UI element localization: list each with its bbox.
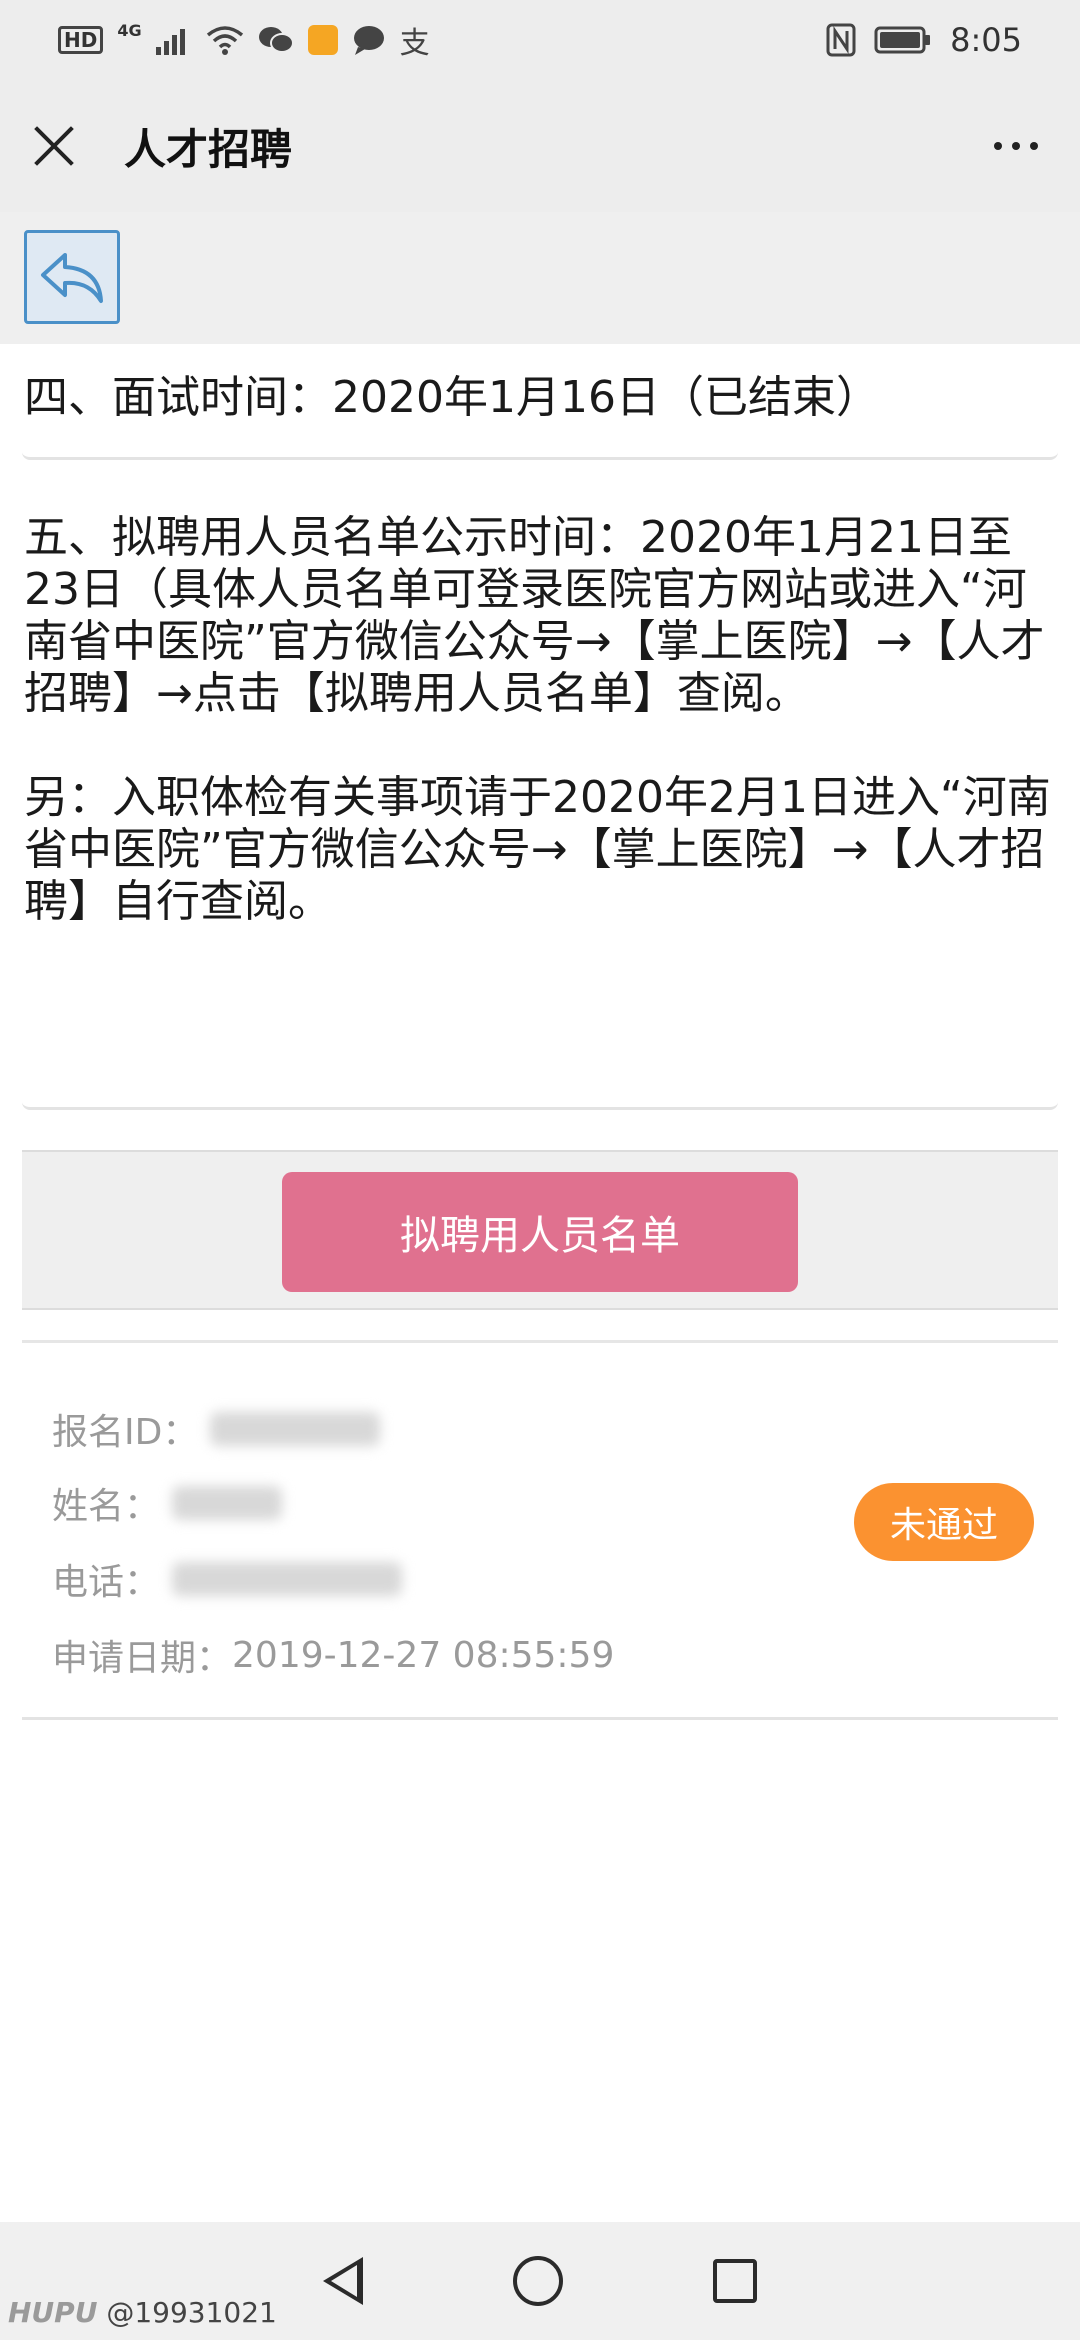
notice-item-5: 五、拟聘用人员名单公示时间：2020年1月21日至23日（具体人员名单可登录医院… <box>24 512 1045 719</box>
status-left: HD 4G 支 <box>58 18 430 62</box>
record-date-row: 申请日期： 2019-12-27 08:55:59 <box>52 1629 614 1681</box>
more-dots-icon[interactable] <box>994 142 1038 150</box>
notice-card-publication: 五、拟聘用人员名单公示时间：2020年1月21日至23日（具体人员名单可登录医院… <box>22 470 1058 1110</box>
notice-extra: 另：入职体检有关事项请于2020年2月1日进入“河南省中医院”官方微信公众号→【… <box>24 772 1051 927</box>
screen: HD 4G 支 8:05 人才招聘 四、面试时间：2020年1月16日（已结束）… <box>0 0 1080 2340</box>
redacted-phone <box>172 1562 403 1596</box>
watermark: HUPU @19931021 <box>8 2296 277 2329</box>
record-name-label: 姓名： <box>52 1486 161 1527</box>
network-type: 4G <box>117 20 142 40</box>
signal-icon <box>155 29 185 55</box>
redacted-name <box>172 1486 283 1520</box>
nav-recent-icon[interactable] <box>713 2259 757 2303</box>
close-icon[interactable] <box>32 124 76 168</box>
button-area: 拟聘用人员名单 <box>22 1150 1058 1310</box>
status-badge: 未通过 <box>854 1483 1034 1561</box>
reply-arrow-icon <box>41 253 103 303</box>
watermark-brand: HUPU <box>8 2296 98 2329</box>
wifi-icon <box>206 26 243 55</box>
notice-card-interview: 四、面试时间：2020年1月16日（已结束） <box>22 344 1058 460</box>
record-phone-row: 电话： <box>52 1553 403 1605</box>
nav-home-icon[interactable] <box>513 2256 563 2306</box>
app-icon <box>307 25 338 55</box>
record-date-label: 申请日期： <box>52 1638 233 1679</box>
record-name-row: 姓名： <box>52 1477 283 1529</box>
record-id-label: 报名ID： <box>52 1412 199 1453</box>
status-right: 8:05 <box>826 21 1022 59</box>
alipay-icon: 支 <box>399 26 430 61</box>
watermark-user: @19931021 <box>106 2296 277 2329</box>
back-button[interactable] <box>24 230 120 324</box>
nfc-icon <box>826 23 856 57</box>
page-title: 人才招聘 <box>124 124 293 174</box>
battery-icon <box>874 26 931 54</box>
back-bar <box>0 212 1080 344</box>
record-id-row: 报名ID： <box>52 1403 381 1455</box>
dot <box>1030 142 1038 150</box>
app-header: 人才招聘 <box>0 80 1080 212</box>
redacted-id <box>210 1412 381 1446</box>
application-record-card[interactable]: 报名ID： 姓名： 电话： 申请日期： 2019-12-27 08:55:59 … <box>22 1340 1058 1720</box>
record-phone-label: 电话： <box>52 1562 161 1603</box>
candidate-list-button[interactable]: 拟聘用人员名单 <box>282 1172 798 1292</box>
hd-icon: HD <box>58 26 104 54</box>
nav-back-icon[interactable] <box>323 2257 363 2305</box>
status-bar: HD 4G 支 8:05 <box>0 0 1080 80</box>
dot <box>994 142 1002 150</box>
notice-item-4: 四、面试时间：2020年1月16日（已结束） <box>24 372 880 423</box>
chat-icon <box>353 26 384 55</box>
wechat-icon <box>258 27 294 53</box>
record-date-value: 2019-12-27 08:55:59 <box>232 1634 615 1676</box>
clock: 8:05 <box>950 21 1022 59</box>
dot <box>1012 142 1020 150</box>
